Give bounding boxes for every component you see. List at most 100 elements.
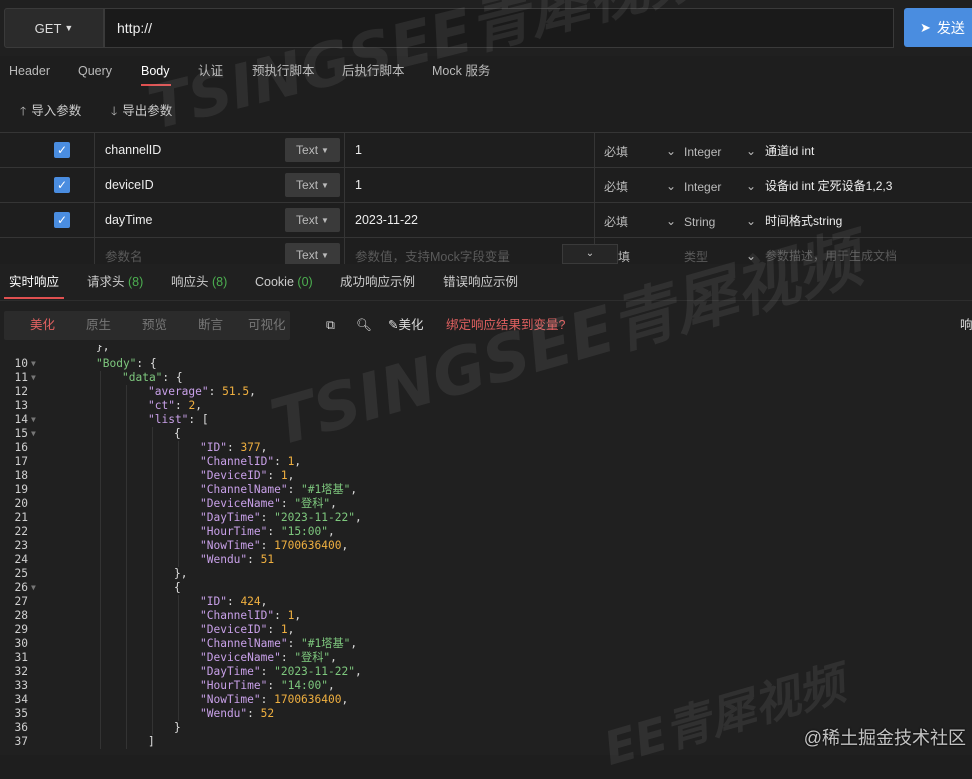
param-name-placeholder[interactable]: 参数名 [95,246,143,265]
chevron-down-icon: ▼ [321,180,329,190]
tab-mock[interactable]: Mock 服务 [432,56,490,86]
param-datatype[interactable]: String [684,203,715,237]
param-required[interactable]: 必填 [604,133,628,167]
tab-query[interactable]: Query [78,56,112,86]
code-line: 32 "DayTime": "2023-11-22", [0,665,972,679]
code-token: : [260,693,275,706]
params-table: ✓ channelID Text ▼ 1 必填 ⌄ Integer ⌄ 通道id … [0,132,972,272]
method-select[interactable]: GET ▼ [4,8,104,48]
param-name[interactable]: deviceID [95,178,154,192]
copy-icon[interactable]: ⧉ [326,311,335,340]
tab-success-example[interactable]: 成功响应示例 [340,266,415,300]
param-name[interactable]: dayTime [95,213,152,227]
import-params-button[interactable]: 🡑 导入参数 [20,96,81,126]
param-value[interactable]: 2023-11-22 [345,213,418,227]
code-line: 21 "DayTime": "2023-11-22", [0,511,972,525]
export-params-button[interactable]: 🡓 导出参数 [111,96,172,126]
fold-toggle-icon[interactable]: ▼ [31,581,36,595]
param-checkbox[interactable]: ✓ [54,142,70,158]
beautify-button[interactable]: ✎美化 [388,311,424,340]
code-text: "ChannelID": 1, [200,455,301,469]
tab-label: Cookie [255,275,294,289]
param-required[interactable]: 必填 [604,203,628,237]
fold-toggle-icon[interactable]: ▼ [31,413,36,427]
fold-toggle-icon[interactable]: ▼ [31,427,36,441]
indent-guide [100,399,101,413]
param-datatype[interactable]: Integer [684,168,721,202]
count-badge: (0) [297,275,313,289]
param-description[interactable]: 通道id int [765,133,814,167]
indent-guide [126,595,127,609]
param-type-select[interactable]: Text ▼ [285,173,340,197]
import-label: 导入参数 [31,104,82,118]
param-checkbox[interactable]: ✓ [54,177,70,193]
indent-guide [152,525,153,539]
chevron-down-icon[interactable]: ⌄ [666,203,676,237]
indent-guide [100,525,101,539]
code-line: 25}, [0,567,972,581]
view-visualize[interactable]: 可视化 [248,311,286,340]
code-line: 20 "DeviceName": "登科", [0,497,972,511]
code-line: 33 "HourTime": "14:00", [0,679,972,693]
param-type-select[interactable]: Text ▼ [285,208,340,232]
tab-header[interactable]: Header [9,56,50,86]
indent-guide [100,427,101,441]
line-number: 15 [14,427,28,440]
view-preview[interactable]: 预览 [142,311,167,340]
code-line: 19 "ChannelName": "#1塔基", [0,483,972,497]
active-tab-indicator [4,297,64,299]
tab-post-script[interactable]: 后执行脚本 [342,56,405,86]
line-number: 35 [14,707,28,720]
chevron-down-icon[interactable]: ⌄ [666,133,676,167]
code-token: "HourTime" [200,679,268,692]
code-token: "登科" [294,497,331,510]
search-icon[interactable]: 🔍︎ [356,311,372,340]
indent-guide [126,693,127,707]
indent-guide [100,665,101,679]
send-button[interactable]: ➤ 发送 [904,8,972,47]
chevron-down-icon[interactable]: ⌄ [562,244,618,264]
code-text: "DayTime": "2023-11-22", [200,511,362,525]
view-raw[interactable]: 原生 [86,311,111,340]
param-value[interactable]: 1 [345,178,362,192]
tab-request-headers[interactable]: 请求头 (8) [87,266,143,300]
tab-response-headers[interactable]: 响应头 (8) [171,266,227,300]
chevron-down-icon[interactable]: ⌄ [746,168,756,202]
url-input[interactable]: http:// [104,8,894,48]
tab-cookie[interactable]: Cookie (0) [255,266,313,300]
view-beautify[interactable]: 美化 [30,311,55,340]
table-row: ✓ channelID Text ▼ 1 必填 ⌄ Integer ⌄ 通道id … [0,132,972,167]
tab-body[interactable]: Body [141,56,170,86]
method-label: GET [34,20,62,36]
response-code-editor[interactable]: }, 10 ▼ "Body": {11 ▼ "data": {12 "average": … [0,345,972,755]
chevron-down-icon[interactable]: ⌄ [746,203,756,237]
code-text: "ct": 2, [148,399,202,413]
tab-error-example[interactable]: 错误响应示例 [443,266,518,300]
fold-toggle-icon[interactable]: ▼ [31,357,36,371]
code-token: : [226,441,241,454]
param-name[interactable]: channelID [95,143,161,157]
param-required[interactable]: 必填 [604,168,628,202]
param-value-placeholder[interactable]: 参数值，支持Mock字段变量 [345,246,510,265]
bind-response-variable-link[interactable]: 绑定响应结果到变量? [446,311,565,340]
response-menu-cut[interactable]: 响 [960,311,972,340]
param-value[interactable]: 1 [345,143,362,157]
code-token: , [260,595,268,608]
fold-toggle-icon[interactable]: ▼ [31,371,36,385]
code-token: "ID" [200,441,227,454]
tab-realtime-response[interactable]: 实时响应 [9,266,59,300]
param-type-select[interactable]: Text ▼ [285,138,340,162]
chevron-down-icon[interactable]: ⌄ [666,168,676,202]
view-assert[interactable]: 断言 [198,311,223,340]
param-description[interactable]: 设备id int 定死设备1,2,3 [765,168,892,202]
chevron-down-icon[interactable]: ⌄ [746,133,756,167]
tab-pre-script[interactable]: 预执行脚本 [252,56,315,86]
code-token: , [350,483,358,496]
code-text: "data": { [122,371,183,385]
tab-auth[interactable]: 认证 [198,56,223,86]
param-description[interactable]: 时间格式string [765,203,842,237]
param-checkbox[interactable]: ✓ [54,212,70,228]
param-datatype[interactable]: Integer [684,133,721,167]
code-token: 1700636400 [274,539,342,552]
indent-guide [178,553,179,567]
